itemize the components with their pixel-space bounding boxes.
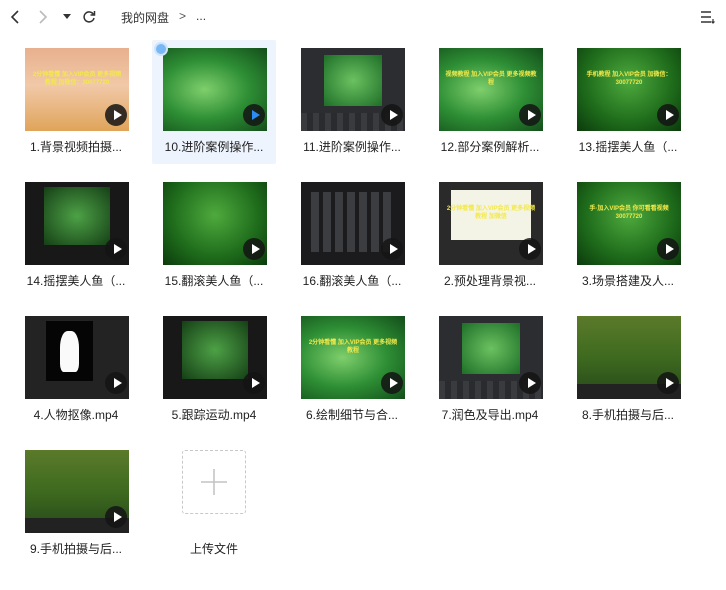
- thumbnail-watermark-text: 手机教程 加入VIP会员 加微信：30077720: [586, 72, 672, 87]
- video-thumbnail[interactable]: 2分钟看懂 加入VIP会员 更多视频教程 加微信：30077720: [25, 48, 129, 131]
- toolbar: 我的网盘 > ...: [0, 0, 726, 34]
- thumbnail-watermark-text: 视频教程 加入VIP会员 更多视频教程: [445, 72, 537, 87]
- file-tile[interactable]: 2分钟看懂 加入VIP会员 更多视频教程 加微信：30077720 1.背景视频拍…: [14, 40, 138, 164]
- file-tile[interactable]: 16.翻滚美人鱼（...: [290, 174, 414, 298]
- plus-icon: [201, 469, 227, 495]
- thumbnail-watermark-text: 2分钟看懂 加入VIP会员 更多视频教程 加微信: [446, 206, 536, 221]
- file-tile[interactable]: 手·加入VIP会员 你可看看视频 30077720 3.场景搭建及人...: [566, 174, 690, 298]
- thumbnail-watermark-text: 手·加入VIP会员 你可看看视频 30077720: [589, 206, 669, 221]
- file-name-label: 9.手机拍摄与后...: [29, 542, 122, 556]
- play-icon[interactable]: [105, 506, 127, 528]
- file-name-label: 10.进阶案例操作...: [164, 140, 264, 154]
- file-tile[interactable]: 9.手机拍摄与后...: [14, 442, 138, 566]
- video-thumbnail[interactable]: 视频教程 加入VIP会员 更多视频教程: [439, 48, 543, 131]
- play-icon[interactable]: [381, 372, 403, 394]
- video-thumbnail[interactable]: [163, 48, 267, 131]
- play-icon[interactable]: [105, 372, 127, 394]
- breadcrumb: 我的网盘 > ...: [121, 9, 206, 26]
- caret-down-icon[interactable]: [60, 7, 74, 27]
- play-icon[interactable]: [657, 104, 679, 126]
- file-tile[interactable]: 11.进阶案例操作...: [290, 40, 414, 164]
- file-tile[interactable]: 14.摇摆美人鱼（...: [14, 174, 138, 298]
- file-tile[interactable]: 8.手机拍摄与后...: [566, 308, 690, 432]
- play-icon[interactable]: [105, 104, 127, 126]
- play-icon[interactable]: [381, 238, 403, 260]
- list-view-icon[interactable]: [698, 7, 718, 27]
- thumbnail-watermark-text: 2分钟看懂 加入VIP会员 更多视频教程 加微信：30077720: [32, 72, 122, 87]
- chevron-left-icon[interactable]: [6, 7, 24, 27]
- play-icon[interactable]: [243, 372, 265, 394]
- video-thumbnail[interactable]: [163, 316, 267, 399]
- file-name-label: 4.人物抠像.mp4: [33, 408, 119, 422]
- upload-file-tile[interactable]: 上传文件: [152, 442, 276, 566]
- video-thumbnail[interactable]: [439, 316, 543, 399]
- play-icon[interactable]: [657, 372, 679, 394]
- file-name-label: 7.润色及导出.mp4: [441, 408, 539, 422]
- video-thumbnail[interactable]: 2分钟看懂 加入VIP会员 更多视频教程: [301, 316, 405, 399]
- video-thumbnail[interactable]: [301, 48, 405, 131]
- file-tile[interactable]: 15.翻滚美人鱼（...: [152, 174, 276, 298]
- file-tile[interactable]: 4.人物抠像.mp4: [14, 308, 138, 432]
- breadcrumb-current[interactable]: ...: [196, 9, 206, 26]
- upload-label: 上传文件: [189, 542, 238, 556]
- play-icon[interactable]: [243, 238, 265, 260]
- video-thumbnail[interactable]: 手·加入VIP会员 你可看看视频 30077720: [577, 182, 681, 265]
- file-name-label: 12.部分案例解析...: [440, 140, 540, 154]
- breadcrumb-root[interactable]: 我的网盘: [121, 9, 169, 26]
- file-name-label: 14.摇摆美人鱼（...: [26, 274, 126, 288]
- video-thumbnail[interactable]: 2分钟看懂 加入VIP会员 更多视频教程 加微信: [439, 182, 543, 265]
- file-name-label: 16.翻滚美人鱼（...: [302, 274, 402, 288]
- file-name-label: 8.手机拍摄与后...: [581, 408, 674, 422]
- file-name-label: 1.背景视频拍摄...: [29, 140, 122, 154]
- file-tile[interactable]: 手机教程 加入VIP会员 加微信：30077720 13.摇摆美人鱼（...: [566, 40, 690, 164]
- video-thumbnail[interactable]: [577, 316, 681, 399]
- play-icon[interactable]: [105, 238, 127, 260]
- file-tile[interactable]: 10.进阶案例操作...: [152, 40, 276, 164]
- file-tile[interactable]: 视频教程 加入VIP会员 更多视频教程 12.部分案例解析...: [428, 40, 552, 164]
- chevron-right-icon[interactable]: [34, 7, 52, 27]
- video-thumbnail[interactable]: [163, 182, 267, 265]
- breadcrumb-separator: >: [179, 9, 187, 23]
- file-tile[interactable]: 7.润色及导出.mp4: [428, 308, 552, 432]
- video-thumbnail[interactable]: [301, 182, 405, 265]
- select-checkbox-icon[interactable]: [154, 42, 168, 56]
- upload-button[interactable]: [182, 450, 246, 514]
- video-thumbnail[interactable]: 手机教程 加入VIP会员 加微信：30077720: [577, 48, 681, 131]
- thumbnail-watermark-text: 2分钟看懂 加入VIP会员 更多视频教程: [308, 340, 398, 355]
- file-tile[interactable]: 5.跟踪运动.mp4: [152, 308, 276, 432]
- file-name-label: 13.摇摆美人鱼（...: [578, 140, 678, 154]
- file-name-label: 15.翻滚美人鱼（...: [164, 274, 264, 288]
- file-name-label: 11.进阶案例操作...: [303, 140, 401, 154]
- video-thumbnail[interactable]: [25, 450, 129, 533]
- play-icon[interactable]: [519, 372, 541, 394]
- play-icon[interactable]: [519, 238, 541, 260]
- file-name-label: 3.场景搭建及人...: [581, 274, 674, 288]
- play-icon[interactable]: [657, 238, 679, 260]
- file-tile[interactable]: 2分钟看懂 加入VIP会员 更多视频教程 加微信 2.预处理背景视...: [428, 174, 552, 298]
- play-icon[interactable]: [381, 104, 403, 126]
- video-thumbnail[interactable]: [25, 316, 129, 399]
- play-icon[interactable]: [519, 104, 541, 126]
- play-icon[interactable]: [243, 104, 265, 126]
- file-name-label: 6.绘制细节与合...: [305, 408, 398, 422]
- file-tile[interactable]: 2分钟看懂 加入VIP会员 更多视频教程 6.绘制细节与合...: [290, 308, 414, 432]
- refresh-icon[interactable]: [79, 7, 99, 27]
- file-name-label: 5.跟踪运动.mp4: [171, 408, 257, 422]
- video-thumbnail[interactable]: [25, 182, 129, 265]
- file-name-label: 2.预处理背景视...: [443, 274, 536, 288]
